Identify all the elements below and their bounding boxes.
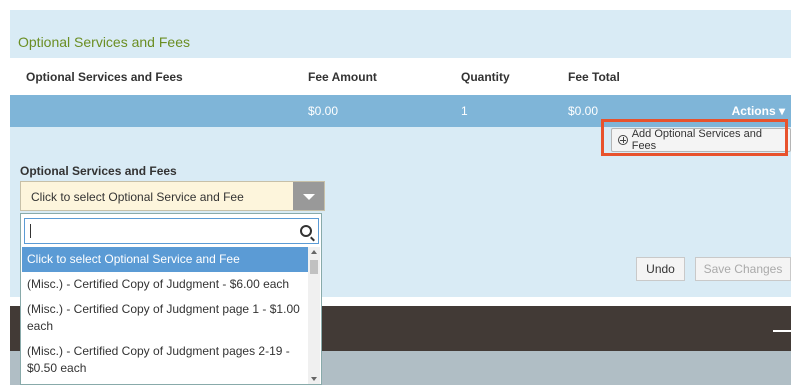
plus-circle-icon xyxy=(618,135,628,145)
cell-fee-total: $0.00 xyxy=(568,104,599,118)
cell-quantity: 1 xyxy=(461,104,468,118)
panel-title: Optional Services and Fees xyxy=(18,34,190,50)
header-service: Optional Services and Fees xyxy=(26,70,183,84)
field-label: Optional Services and Fees xyxy=(20,164,177,178)
table-header: Optional Services and Fees Fee Amount Qu… xyxy=(10,58,791,95)
cell-fee-amount: $0.00 xyxy=(308,104,339,118)
select-dropdown: Click to select Optional Service and Fee… xyxy=(20,213,322,385)
option-item[interactable]: (Misc.) - Certified Copy of Judgment - $… xyxy=(22,272,308,297)
option-item[interactable]: (Misc.) - Certified Copy of Judgment pag… xyxy=(22,297,308,339)
scroll-up-icon[interactable] xyxy=(311,250,317,254)
actions-menu[interactable]: Actions ▾ xyxy=(732,104,785,118)
minus-icon[interactable] xyxy=(773,330,791,332)
text-caret xyxy=(30,224,31,238)
option-item[interactable]: (Misc.) - Certified Copy of Judgment pag… xyxy=(22,339,308,381)
options-list: Click to select Optional Service and Fee… xyxy=(22,247,308,381)
table-row: $0.00 1 $0.00 Actions ▾ xyxy=(10,95,791,127)
scroll-down-icon[interactable] xyxy=(311,377,317,381)
header-fee-amount: Fee Amount xyxy=(308,70,377,84)
fees-table: Optional Services and Fees Fee Amount Qu… xyxy=(10,58,791,127)
dropdown-search-input[interactable] xyxy=(24,218,319,244)
header-quantity: Quantity xyxy=(461,70,510,84)
undo-button[interactable]: Undo xyxy=(636,257,685,281)
add-button-label: Add Optional Services and Fees xyxy=(631,128,762,152)
select-value: Click to select Optional Service and Fee xyxy=(31,190,244,204)
add-optional-services-button[interactable]: Add Optional Services and Fees xyxy=(611,128,791,152)
search-icon xyxy=(300,225,312,237)
dropdown-scrollbar[interactable] xyxy=(308,247,320,384)
save-changes-button[interactable]: Save Changes xyxy=(695,257,791,281)
select-toggle-button[interactable] xyxy=(293,182,324,210)
service-select[interactable]: Click to select Optional Service and Fee xyxy=(20,181,325,211)
header-fee-total: Fee Total xyxy=(568,70,620,84)
chevron-down-icon xyxy=(303,194,315,200)
option-item[interactable]: Click to select Optional Service and Fee xyxy=(22,247,308,272)
scrollbar-thumb[interactable] xyxy=(310,260,318,274)
